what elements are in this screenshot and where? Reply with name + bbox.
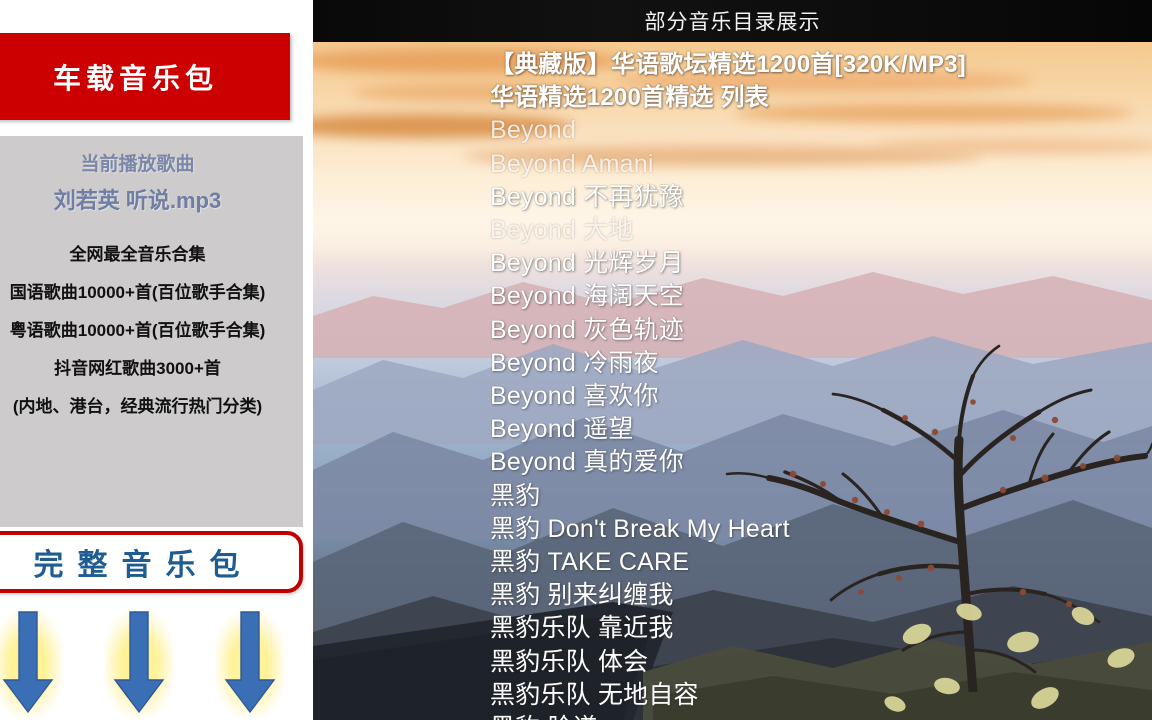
promo-line: 粤语歌曲10000+首(百位歌手合集) [9,321,266,340]
song-list-item[interactable]: 【典藏版】华语歌坛精选1200首[320K/MP3] [490,48,1152,81]
left-sidebar: 车载音乐包 当前播放歌曲 刘若英 听说.mp3 全网最全音乐合集 国语歌曲100… [0,0,313,720]
song-list: 【典藏版】华语歌坛精选1200首[320K/MP3] 华语精选1200首精选 列表… [313,0,1152,720]
banner-title: 车载音乐包 [52,62,218,94]
song-list-item[interactable]: 黑豹 TAKE CARE [490,546,1152,579]
arrow-down-icon [224,611,275,714]
song-list-item[interactable]: 黑豹 脸谱 [490,712,1152,720]
song-list-item[interactable]: Beyond [490,114,1152,147]
promo-line: 抖音网红歌曲3000+首 [54,359,221,378]
song-list-item[interactable]: 黑豹乐队 无地自容 [490,679,1152,712]
screen-root: 车载音乐包 当前播放歌曲 刘若英 听说.mp3 全网最全音乐合集 国语歌曲100… [0,0,1152,720]
download-arrows [0,608,305,720]
song-list-item[interactable]: Beyond 真的爱你 [490,446,1152,479]
catalog-header: 部分音乐目录展示 [313,0,1152,42]
promo-line: (内地、港台，经典流行热门分类) [12,397,263,416]
car-music-pack-banner: 车载音乐包 [0,33,290,120]
arrow-down-3[interactable] [212,608,288,720]
arrow-down-icon [2,611,53,714]
catalog-header-title: 部分音乐目录展示 [644,11,821,34]
song-list-item[interactable]: Beyond 喜欢你 [490,380,1152,413]
song-list-item[interactable]: Beyond 冷雨夜 [490,347,1152,380]
song-list-item[interactable]: 黑豹 [490,480,1152,513]
arrow-down-icon [113,611,164,714]
promo-list: 全网最全音乐合集 国语歌曲10000+首(百位歌手合集) 粤语歌曲10000+首… [0,236,303,426]
cta-label: 完整音乐包 [33,549,254,582]
now-playing-label: 当前播放歌曲 [80,154,195,175]
song-list-item[interactable]: Beyond 大地 [490,214,1152,247]
song-list-item[interactable]: 华语精选1200首精选 列表 [490,81,1152,114]
song-list-item[interactable]: Beyond 遥望 [490,413,1152,446]
full-music-pack-cta[interactable]: 完整音乐包 [0,531,303,593]
song-list-item[interactable]: Beyond 光辉岁月 [490,247,1152,280]
song-list-item[interactable]: 黑豹乐队 体会 [490,646,1152,679]
now-playing-track: 刘若英 听说.mp3 [53,188,222,213]
promo-line: 国语歌曲10000+首(百位歌手合集) [9,283,266,302]
catalog-panel: 部分音乐目录展示 【典藏版】华语歌坛精选1200首[320K/MP3] 华语精选… [313,0,1152,720]
song-list-item[interactable]: Beyond 不再犹豫 [490,181,1152,214]
now-playing-panel: 当前播放歌曲 刘若英 听说.mp3 全网最全音乐合集 国语歌曲10000+首(百… [0,136,303,527]
song-list-item[interactable]: Beyond 海阔天空 [490,280,1152,313]
song-list-item[interactable]: 黑豹 别来纠缠我 [490,579,1152,612]
song-list-item[interactable]: 黑豹 Don't Break My Heart [490,513,1152,546]
arrow-down-1[interactable] [0,608,66,720]
arrow-down-2[interactable] [101,608,177,720]
song-list-item[interactable]: 黑豹乐队 靠近我 [490,612,1152,645]
promo-line: 全网最全音乐合集 [69,245,206,264]
song-list-item[interactable]: Beyond Amani [490,148,1152,181]
song-list-item[interactable]: Beyond 灰色轨迹 [490,314,1152,347]
